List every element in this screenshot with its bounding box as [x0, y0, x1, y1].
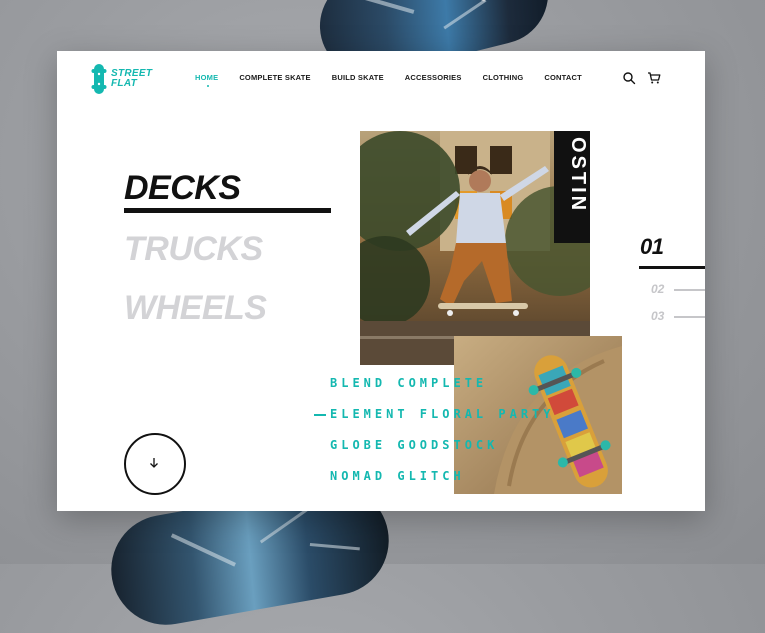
scroll-down-button[interactable] [124, 433, 186, 495]
selected-product-marker [314, 414, 326, 416]
nav-item-build-skate[interactable]: BUILD SKATE [332, 73, 384, 82]
nav-item-home[interactable]: HOME [195, 73, 218, 87]
product-list: BLEND COMPLETE ELEMENT FLORAL PARTY GLOB… [330, 373, 555, 497]
brand-name: STREET FLAT [111, 69, 152, 89]
nav-item-accessories[interactable]: ACCESSORIES [405, 73, 462, 82]
cart-icon[interactable] [647, 71, 661, 85]
search-icon[interactable] [622, 71, 636, 85]
arrow-down-icon [150, 458, 158, 468]
main-card: STREET FLAT HOME COMPLETE SKATE BUILD SK… [57, 51, 705, 511]
nav-item-clothing[interactable]: CLOTHING [483, 73, 524, 82]
slide-current-number: 01 [640, 234, 664, 259]
slide-current-line [639, 266, 705, 269]
brand-logo[interactable]: STREET FLAT [91, 63, 152, 95]
slide-line-3 [674, 316, 705, 318]
skateboard-logo-icon [91, 64, 107, 94]
product-item-element-floral-party[interactable]: ELEMENT FLORAL PARTY [330, 404, 555, 435]
category-trucks[interactable]: TRUCKS [124, 232, 263, 266]
slide-number-3[interactable]: 03 [651, 309, 664, 323]
rider-name: OSTIN [567, 137, 589, 214]
slide-number-2[interactable]: 02 [651, 282, 664, 296]
product-item-blend-complete[interactable]: BLEND COMPLETE [330, 373, 555, 404]
slide-line-2 [674, 289, 705, 291]
category-active-underline [124, 208, 331, 213]
brand-line-2: FLAT [111, 78, 138, 89]
nav-item-contact[interactable]: CONTACT [544, 73, 582, 82]
main-nav: HOME COMPLETE SKATE BUILD SKATE ACCESSOR… [195, 73, 603, 87]
category-wheels[interactable]: WHEELS [124, 291, 267, 325]
product-item-nomad-glitch[interactable]: NOMAD GLITCH [330, 466, 555, 497]
category-decks[interactable]: DECKS [124, 171, 241, 205]
product-item-globe-goodstock[interactable]: GLOBE GOODSTOCK [330, 435, 555, 466]
nav-item-complete-skate[interactable]: COMPLETE SKATE [239, 73, 310, 82]
